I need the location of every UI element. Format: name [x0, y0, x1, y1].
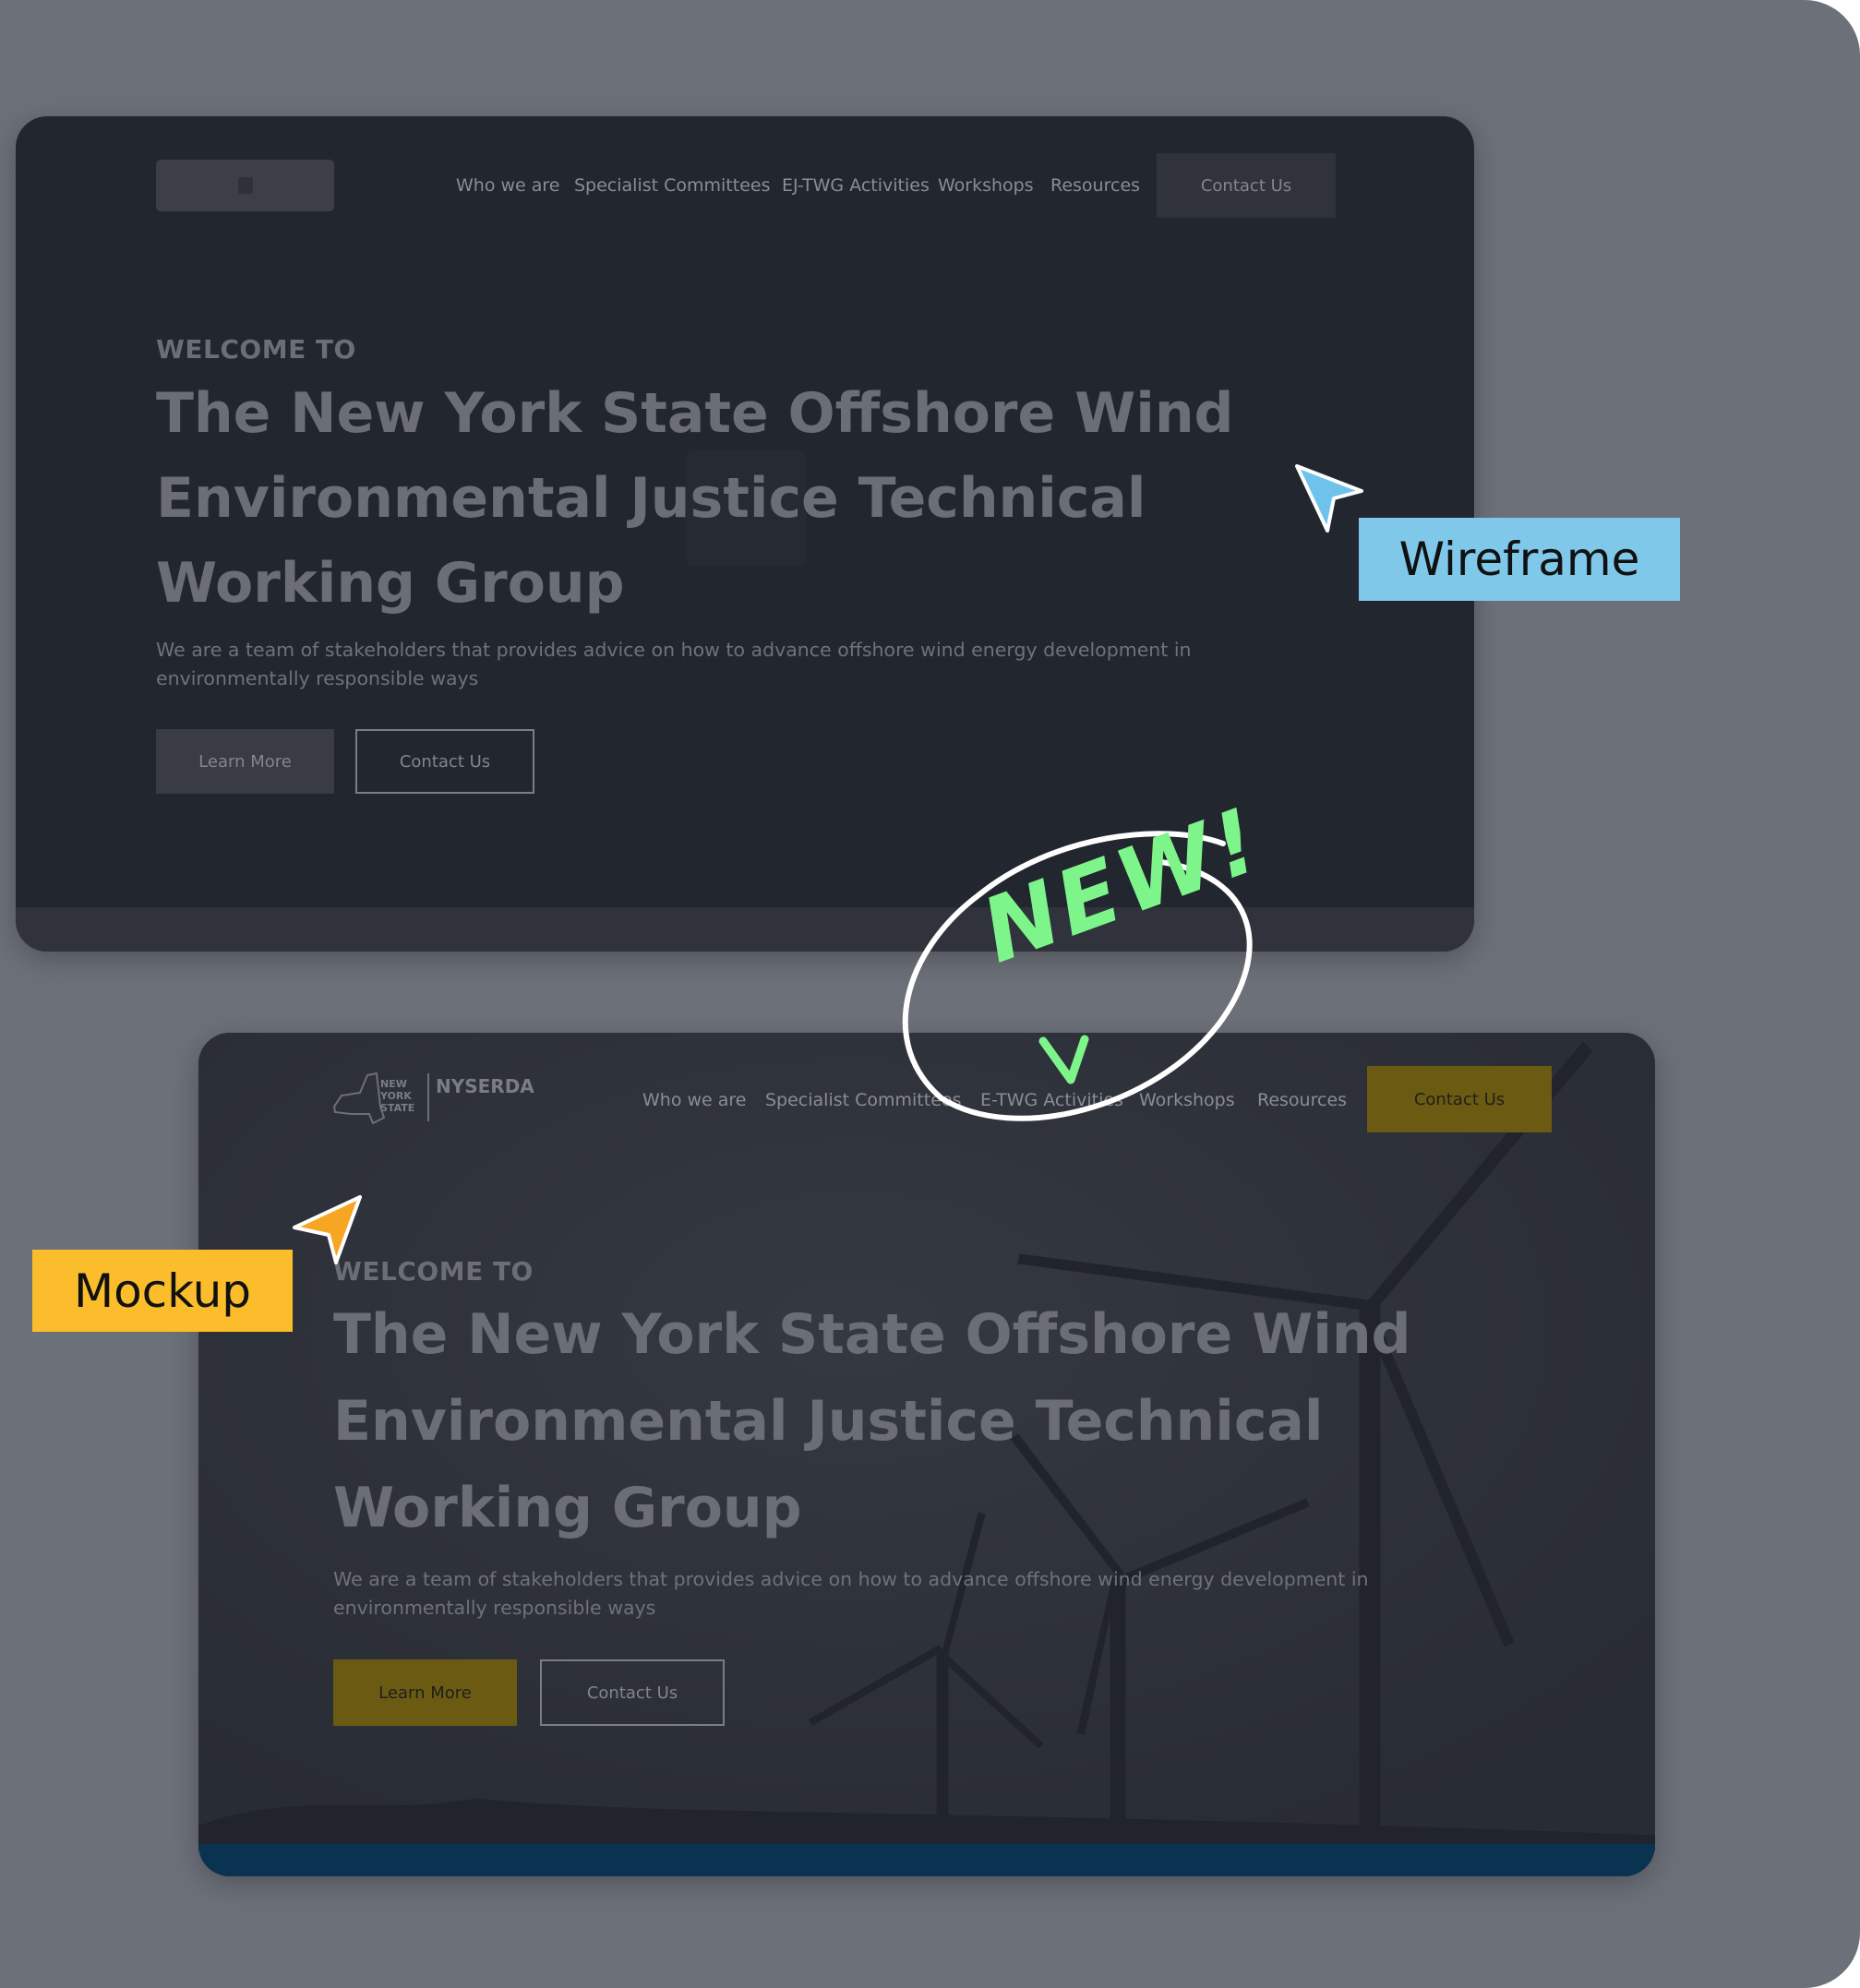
mockup-footer-strip [198, 1844, 1655, 1876]
mockup-cursor-icon [293, 1195, 362, 1264]
contact-us-button[interactable]: Contact Us [355, 729, 534, 794]
learn-more-button[interactable]: Learn More [156, 729, 334, 794]
mockup-card: NEW YORK STATE NYSERDA Who we are Specia… [198, 1033, 1655, 1876]
nyserda-wordmark: NYSERDA [436, 1075, 534, 1097]
contact-us-button[interactable]: Contact Us [540, 1659, 725, 1726]
title-line: Working Group [333, 1476, 802, 1540]
new-york-state-wordmark: NEW YORK STATE [380, 1078, 415, 1114]
title-line: Working Group [156, 551, 625, 616]
wireframe-cursor-icon [1295, 464, 1363, 533]
title-line: Environmental Justice Technical [156, 466, 1146, 531]
title-line: Environmental Justice Technical [333, 1389, 1324, 1454]
nav-item-workshops[interactable]: Workshops [938, 175, 1034, 196]
nav-contact-button[interactable]: Contact Us [1157, 153, 1336, 218]
nav-item-resources[interactable]: Resources [1050, 175, 1140, 196]
nav-item-who-we-are[interactable]: Who we are [456, 175, 560, 196]
nav-item-ej-twg-activities[interactable]: EJ-TWG Activities [782, 175, 930, 196]
description-line: We are a team of stakeholders that provi… [333, 1568, 1369, 1590]
description-line: environmentally responsible ways [333, 1597, 656, 1619]
description-line: environmentally responsible ways [156, 667, 479, 689]
hero-title: The New York State Offshore Wind Environ… [333, 1291, 1533, 1551]
hero-description: We are a team of stakeholders that provi… [156, 636, 1264, 693]
nav-item-specialist-committees[interactable]: Specialist Committees [574, 175, 771, 196]
nav-item-who-we-are[interactable]: Who we are [642, 1090, 747, 1110]
nyserda-logo: NEW YORK STATE NYSERDA [332, 1070, 534, 1125]
title-line: The New York State Offshore Wind [156, 381, 1234, 446]
hero-title: The New York State Offshore Wind Environ… [156, 371, 1356, 626]
mockup-label: Mockup [32, 1250, 293, 1332]
title-line: The New York State Offshore Wind [333, 1302, 1411, 1367]
wireframe-label: Wireframe [1359, 518, 1680, 601]
nav-contact-button[interactable]: Contact Us [1367, 1066, 1552, 1132]
learn-more-button[interactable]: Learn More [333, 1659, 517, 1726]
image-icon [237, 177, 253, 194]
hero-description: We are a team of stakeholders that provi… [333, 1565, 1441, 1623]
welcome-text: WELCOME TO [156, 334, 356, 365]
logo-placeholder [156, 160, 334, 211]
description-line: We are a team of stakeholders that provi… [156, 639, 1192, 661]
